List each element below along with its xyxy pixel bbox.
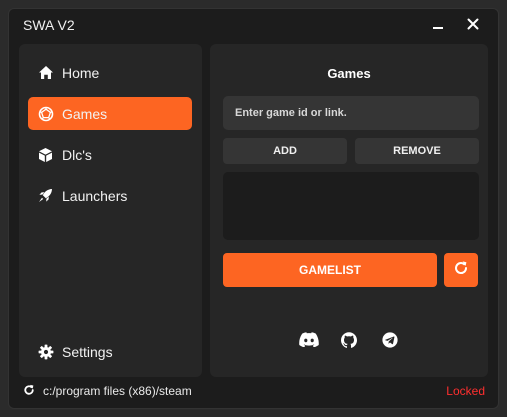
- game-id-input[interactable]: [223, 96, 479, 130]
- sidebar-item-home[interactable]: Home: [28, 56, 192, 89]
- sidebar-item-label: Dlc's: [62, 146, 92, 163]
- sidebar-item-dlcs[interactable]: Dlc's: [28, 138, 192, 171]
- sidebar-item-games[interactable]: Games: [28, 97, 192, 130]
- gear-icon: [37, 343, 54, 360]
- game-list-box[interactable]: [223, 172, 479, 240]
- minimize-button[interactable]: [427, 15, 449, 37]
- page-title: Games: [327, 66, 371, 81]
- rocket-icon: [37, 187, 54, 204]
- refresh-button[interactable]: [444, 253, 478, 287]
- sidebar-item-label: Settings: [62, 343, 113, 360]
- github-link[interactable]: [337, 330, 361, 354]
- remove-button[interactable]: REMOVE: [355, 138, 479, 164]
- sidebar-item-launchers[interactable]: Launchers: [28, 179, 192, 212]
- sidebar-item-settings[interactable]: Settings: [28, 335, 192, 368]
- sidebar-item-label: Launchers: [62, 187, 128, 204]
- home-icon: [37, 64, 54, 81]
- cube-icon: [37, 146, 54, 163]
- telegram-link[interactable]: [378, 330, 402, 354]
- games-panel: Games ADD REMOVE GAMELIST: [210, 44, 488, 377]
- telegram-icon: [382, 331, 398, 353]
- status-badge: Locked: [446, 384, 485, 398]
- refresh-icon: [453, 260, 469, 281]
- steam-path-text: c:/program files (x86)/steam: [43, 384, 192, 398]
- app-window: SWA V2 Home Games Dlc's Launchers Settin…: [8, 8, 499, 409]
- path-refresh-button[interactable]: [22, 383, 36, 401]
- close-icon: [467, 17, 479, 35]
- add-button[interactable]: ADD: [223, 138, 347, 164]
- minimize-icon: [432, 17, 444, 35]
- window-title: SWA V2: [23, 17, 75, 33]
- discord-icon: [299, 332, 319, 352]
- refresh-icon: [23, 383, 35, 401]
- gamelist-button[interactable]: GAMELIST: [223, 253, 437, 287]
- discord-link[interactable]: [297, 330, 321, 354]
- title-bar[interactable]: SWA V2: [9, 9, 498, 43]
- sidebar-item-label: Home: [62, 64, 100, 81]
- sidebar: Home Games Dlc's Launchers Settings: [19, 44, 202, 377]
- dice-icon: [37, 105, 54, 122]
- github-icon: [341, 331, 357, 353]
- sidebar-item-label: Games: [62, 105, 108, 122]
- close-button[interactable]: [462, 15, 484, 37]
